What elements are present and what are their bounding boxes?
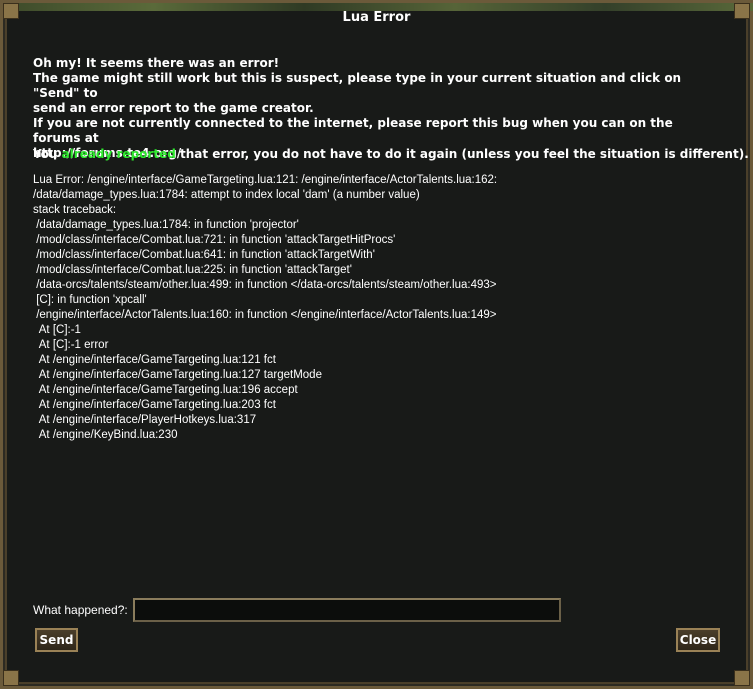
already-reported-highlight: already reported xyxy=(61,147,176,161)
trace-line: /mod/class/interface/Combat.lua:721: in … xyxy=(33,234,396,246)
trace-line: At [C]:-1 xyxy=(33,324,81,336)
already-reported-notice: You already reported that error, you do … xyxy=(33,147,749,162)
trace-line: At /engine/interface/GameTargeting.lua:2… xyxy=(33,399,276,411)
trace-line: stack traceback: xyxy=(33,204,117,216)
reported-suffix: that error, you do not have to do it aga… xyxy=(175,147,749,161)
close-button[interactable]: Close xyxy=(676,628,720,652)
trace-line: At /engine/interface/GameTargeting.lua:1… xyxy=(33,354,276,366)
intro-line: The game might still work but this is su… xyxy=(33,71,686,100)
trace-line: At /engine/interface/PlayerHotkeys.lua:3… xyxy=(33,414,257,426)
trace-line: Lua Error: /engine/interface/GameTargeti… xyxy=(33,174,498,186)
frame-corner-ornament xyxy=(3,670,19,686)
dialog-title: Lua Error xyxy=(342,10,411,25)
intro-line: If you are not currently connected to th… xyxy=(33,116,677,145)
trace-line: At /engine/interface/GameTargeting.lua:1… xyxy=(33,369,322,381)
what-happened-label: What happened?: xyxy=(33,603,128,617)
intro-line: Oh my! It seems there was an error! xyxy=(33,56,280,70)
trace-line: At /engine/KeyBind.lua:230 xyxy=(33,429,178,441)
trace-line: [C]: in function 'xpcall' xyxy=(33,294,147,306)
trace-line: /mod/class/interface/Combat.lua:225: in … xyxy=(33,264,352,276)
stack-trace: Lua Error: /engine/interface/GameTargeti… xyxy=(33,173,733,443)
reported-prefix: You xyxy=(33,147,62,161)
error-intro: Oh my! It seems there was an error! The … xyxy=(33,56,723,161)
what-happened-input[interactable] xyxy=(133,598,561,622)
trace-line: /data/damage_types.lua:1784: in function… xyxy=(33,219,299,231)
trace-line: /mod/class/interface/Combat.lua:641: in … xyxy=(33,249,375,261)
intro-line: send an error report to the game creator… xyxy=(33,101,314,115)
trace-line: At [C]:-1 error xyxy=(33,339,109,351)
frame-corner-ornament xyxy=(734,670,750,686)
trace-line: /data/damage_types.lua:1784: attempt to … xyxy=(33,189,420,201)
trace-line: /engine/interface/ActorTalents.lua:160: … xyxy=(33,309,497,321)
send-button[interactable]: Send xyxy=(35,628,78,652)
trace-line: At /engine/interface/GameTargeting.lua:1… xyxy=(33,384,298,396)
trace-line: /data-orcs/talents/steam/other.lua:499: … xyxy=(33,279,497,291)
